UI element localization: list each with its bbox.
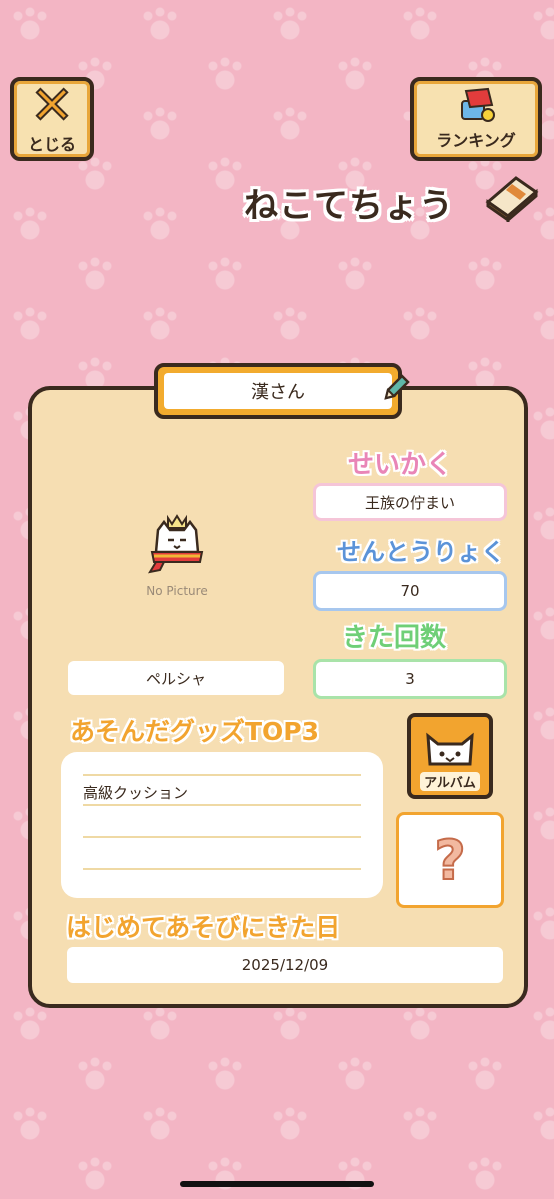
- close-icon: ✕: [29, 76, 75, 136]
- home-indicator[interactable]: [180, 1181, 374, 1187]
- name-plate[interactable]: 漢さん: [154, 363, 402, 419]
- question-icon: ?: [433, 828, 466, 893]
- trophy-cushion-icon: [461, 87, 495, 122]
- first-visit-field: 2025/12/09: [67, 947, 503, 983]
- no-picture-label: No Picture: [146, 584, 208, 598]
- cat-king-icon: [147, 514, 204, 574]
- goods-item-2: [83, 806, 361, 838]
- cat-photo: No Picture: [122, 512, 232, 612]
- goods-heading: あそんだグッズTOP3: [70, 717, 320, 746]
- breed-field: ペルシャ: [68, 661, 284, 695]
- page-title: ねこてちょう: [244, 186, 454, 226]
- power-field: 70: [313, 571, 507, 611]
- ranking-button[interactable]: ランキング: [410, 77, 542, 161]
- notebook-icon: [485, 176, 539, 222]
- cat-face-icon: [426, 732, 474, 766]
- pencil-icon[interactable]: [380, 372, 412, 404]
- visits-field: 3: [313, 659, 507, 699]
- goods-item-3: [83, 838, 361, 870]
- close-button[interactable]: ✕ とじる: [10, 77, 94, 161]
- personality-heading: せいかく: [348, 450, 453, 480]
- album-button-label: アルバム: [420, 772, 480, 791]
- album-button[interactable]: アルバム: [407, 713, 493, 799]
- help-button[interactable]: ?: [396, 812, 504, 908]
- first-visit-heading: はじめてあそびにきた日: [66, 913, 341, 942]
- cat-name: 漢さん: [164, 373, 392, 409]
- close-button-label: とじる: [27, 135, 76, 154]
- ranking-button-label: ランキング: [436, 131, 516, 150]
- goods-item-1: 高級クッション: [83, 774, 361, 806]
- personality-field: 王族の佇まい: [313, 483, 507, 521]
- goods-list: 高級クッション: [61, 752, 383, 898]
- power-heading: せんとうりょく: [337, 538, 505, 566]
- visits-heading: きた回数: [342, 623, 447, 653]
